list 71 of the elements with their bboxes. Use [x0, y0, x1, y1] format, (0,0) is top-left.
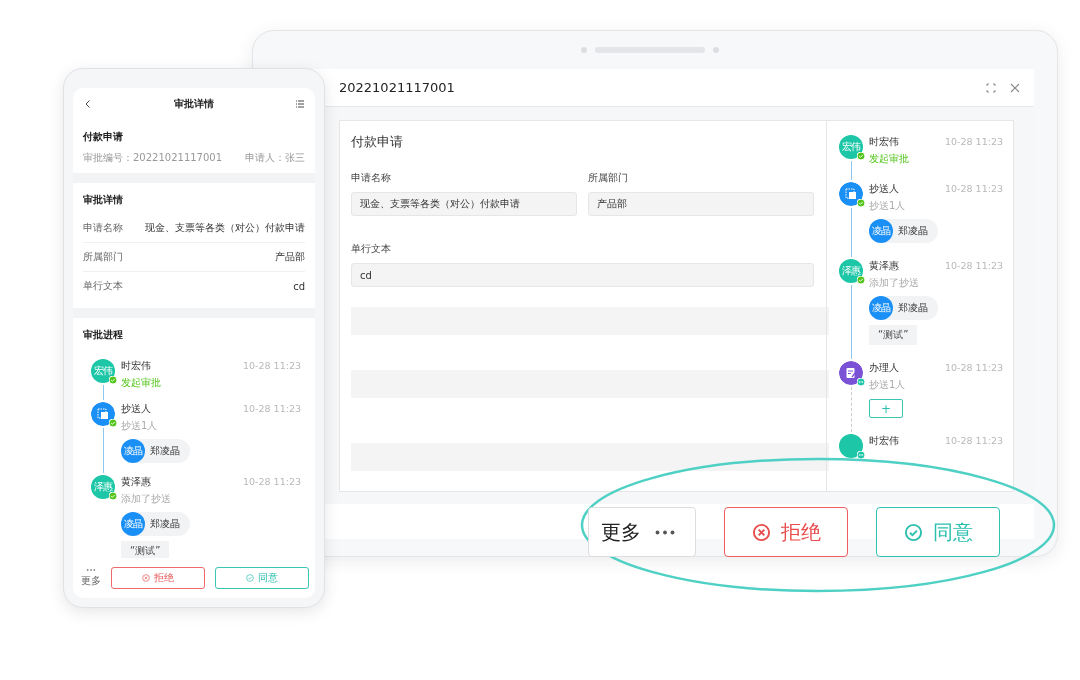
more-icon [655, 529, 675, 535]
detail-value: 产品部 [275, 250, 305, 264]
comment-bubble: “测试” [869, 325, 918, 345]
step-note: 抄送1人 [869, 199, 906, 213]
section-title: 审批详情 [83, 193, 124, 207]
window-title: 20221021117001 [339, 80, 455, 95]
more-icon [86, 568, 96, 572]
avatar: 宏伟 [839, 135, 863, 159]
step-name: 抄送人 [869, 182, 899, 196]
form-title: 付款申请 [351, 133, 404, 151]
avatar: 泽惠 [91, 475, 115, 499]
step-name: 时宏伟 [869, 434, 899, 448]
step-time: 10-28 11:23 [945, 435, 1003, 446]
field-label: 申请名称 [351, 171, 392, 185]
step-name: 黄泽惠 [869, 259, 899, 273]
step-time: 10-28 11:23 [945, 362, 1003, 373]
input-field[interactable]: 产品部 [588, 192, 814, 216]
avatar: 凌晶 [121, 439, 145, 463]
step-name: 抄送人 [121, 402, 151, 416]
avatar: 凌晶 [121, 512, 145, 536]
avatar: 宏伟 [91, 359, 115, 383]
menu-icon[interactable] [295, 99, 305, 109]
more-button[interactable]: 更多 [81, 568, 101, 588]
step-time: 10-28 11:23 [243, 360, 301, 371]
check-circle-icon [246, 574, 254, 582]
detail-value: cd [293, 280, 305, 292]
step-note: 抄送1人 [121, 419, 158, 433]
step-note: 发起审批 [121, 376, 161, 390]
close-circle-icon [751, 522, 771, 542]
input-field[interactable]: 现金、支票等各类（对公）付款申请 [351, 192, 577, 216]
approval-number: 审批编号：20221021117001 [83, 151, 223, 165]
detail-label: 所属部门 [83, 250, 123, 264]
close-icon[interactable] [1010, 82, 1020, 93]
step-time: 10-28 11:23 [243, 476, 301, 487]
step-name: 时宏伟 [121, 359, 151, 373]
person-name: 郑凌晶 [898, 224, 928, 238]
applicant: 申请人：张三 [245, 151, 305, 165]
reject-button[interactable]: 拒绝 [724, 507, 848, 557]
step-time: 10-28 11:23 [243, 403, 301, 414]
step-time: 10-28 11:23 [945, 136, 1003, 147]
step-note: 抄送1人 [869, 378, 906, 392]
step-note: 添加了抄送 [869, 276, 919, 290]
page-title: 审批详情 [174, 97, 214, 111]
close-circle-icon [142, 574, 150, 582]
step-time: 10-28 11:23 [945, 183, 1003, 194]
detail-label: 申请名称 [83, 221, 123, 235]
person-name: 郑凌晶 [150, 517, 180, 531]
detail-value: 现金、支票等各类（对公）付款申请 [145, 221, 305, 235]
fullscreen-icon[interactable] [986, 82, 996, 93]
avatar: 凌晶 [869, 219, 893, 243]
reject-button[interactable]: 拒绝 [111, 567, 205, 589]
detail-label: 单行文本 [83, 279, 123, 293]
comment-bubble: “测试” [121, 541, 170, 558]
section-title: 审批进程 [83, 328, 124, 342]
person-name: 郑凌晶 [898, 301, 928, 315]
step-name: 黄泽惠 [121, 475, 151, 489]
field-label: 单行文本 [351, 242, 392, 256]
input-field[interactable]: cd [351, 263, 814, 287]
section-title: 付款申请 [83, 130, 124, 144]
step-name: 办理人 [869, 361, 899, 375]
step-note: 添加了抄送 [121, 492, 171, 506]
person-name: 郑凌晶 [150, 444, 180, 458]
field-label: 所属部门 [588, 171, 629, 185]
step-note: 发起审批 [869, 152, 909, 166]
step-name: 时宏伟 [869, 135, 899, 149]
back-icon[interactable] [83, 99, 93, 109]
more-button[interactable]: 更多 [588, 507, 696, 557]
avatar: 泽惠 [839, 259, 863, 283]
avatar: 凌晶 [869, 296, 893, 320]
check-circle-icon [903, 522, 923, 542]
step-time: 10-28 11:23 [945, 260, 1003, 271]
